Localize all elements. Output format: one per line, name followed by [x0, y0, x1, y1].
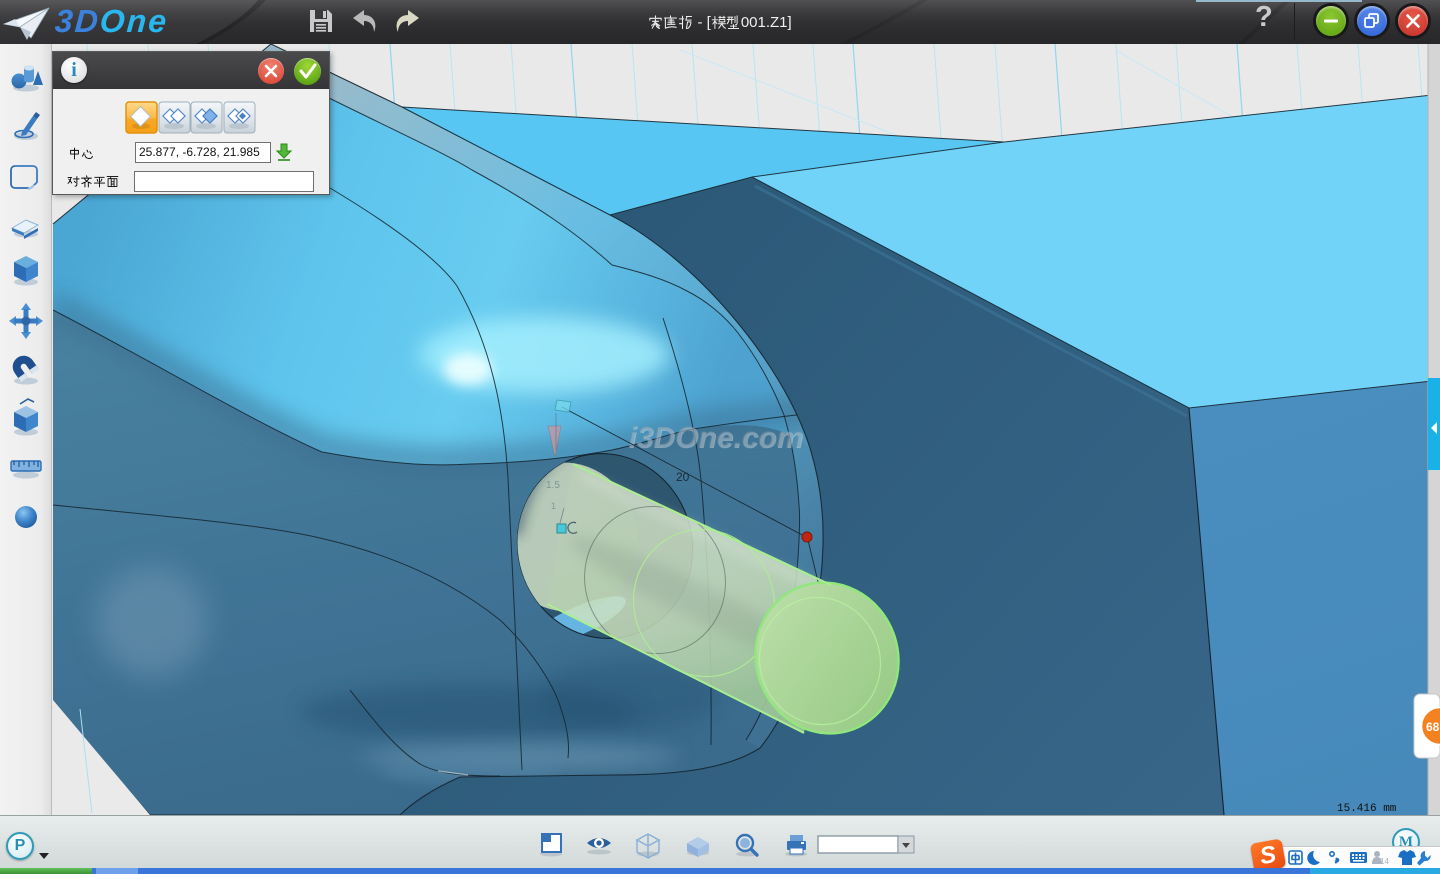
svg-text:1.5: 1.5	[546, 480, 560, 491]
svg-text:68: 68	[1426, 720, 1440, 734]
svg-text:14: 14	[1380, 857, 1389, 866]
svg-text:20: 20	[676, 470, 690, 484]
svg-text:1: 1	[551, 501, 556, 511]
svg-text:i3DOne.com: i3DOne.com	[628, 421, 803, 454]
svg-text:15.416 mm: 15.416 mm	[1337, 803, 1397, 815]
